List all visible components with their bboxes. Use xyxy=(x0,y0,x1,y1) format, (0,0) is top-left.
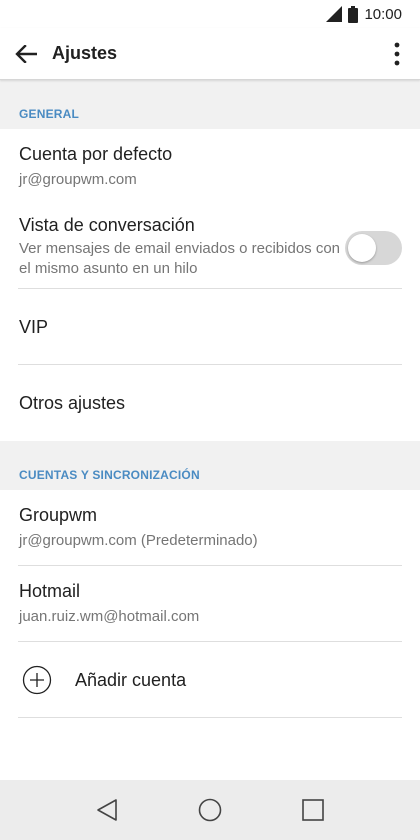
account-item-groupwm[interactable]: Groupwm jr@groupwm.com (Predeterminado) xyxy=(0,490,420,566)
nav-home-button[interactable] xyxy=(185,785,235,835)
nav-back-button[interactable] xyxy=(82,785,132,835)
item-title: VIP xyxy=(19,316,49,337)
signal-icon xyxy=(326,6,343,22)
item-subtitle: jr@groupwm.com (Predeterminado) xyxy=(19,532,258,549)
account-item-hotmail[interactable]: Hotmail juan.ruiz.wm@hotmail.com xyxy=(0,566,420,642)
add-circle-icon xyxy=(22,665,52,695)
item-title: Cuenta por defecto xyxy=(19,144,173,164)
more-vert-icon xyxy=(394,42,400,65)
app-bar: Ajustes xyxy=(0,28,420,80)
page-title: Ajustes xyxy=(52,43,118,63)
back-button[interactable] xyxy=(0,28,52,80)
divider xyxy=(18,717,402,718)
section-header-general: GENERAL xyxy=(0,80,420,129)
back-arrow-icon xyxy=(15,44,37,63)
nav-home-icon xyxy=(198,798,222,822)
item-title: Vista de conversación xyxy=(19,215,195,235)
nav-back-icon xyxy=(96,799,117,821)
more-options-button[interactable] xyxy=(374,28,420,80)
add-account-item[interactable]: Añadir cuenta xyxy=(0,642,420,718)
conversation-view-item[interactable]: Vista de conversación Ver mensajes de em… xyxy=(0,205,420,289)
vip-item[interactable]: VIP xyxy=(0,289,420,365)
default-account-item[interactable]: Cuenta por defecto jr@groupwm.com xyxy=(0,129,420,205)
item-subtitle: jr@groupwm.com xyxy=(19,171,137,188)
nav-recents-icon xyxy=(302,799,325,821)
other-settings-item[interactable]: Otros ajustes xyxy=(0,365,420,441)
battery-icon xyxy=(348,5,359,23)
conversation-view-toggle[interactable] xyxy=(345,231,402,265)
add-account-label: Añadir cuenta xyxy=(75,669,187,690)
settings-list: GENERAL Cuenta por defecto jr@groupwm.co… xyxy=(0,80,420,780)
item-title: Groupwm xyxy=(19,505,98,525)
item-subtitle: juan.ruiz.wm@hotmail.com xyxy=(19,608,200,625)
navigation-bar xyxy=(0,780,420,840)
section-header-accounts: CUENTAS Y SINCRONIZACIÓN xyxy=(0,441,420,490)
status-bar: 10:00 xyxy=(0,0,420,28)
nav-recents-button[interactable] xyxy=(288,785,338,835)
toggle-knob xyxy=(348,234,376,262)
item-subtitle: Ver mensajes de email enviados o recibid… xyxy=(19,240,341,277)
status-time: 10:00 xyxy=(364,5,402,23)
item-title: Otros ajustes xyxy=(19,392,126,413)
item-title: Hotmail xyxy=(19,581,81,601)
